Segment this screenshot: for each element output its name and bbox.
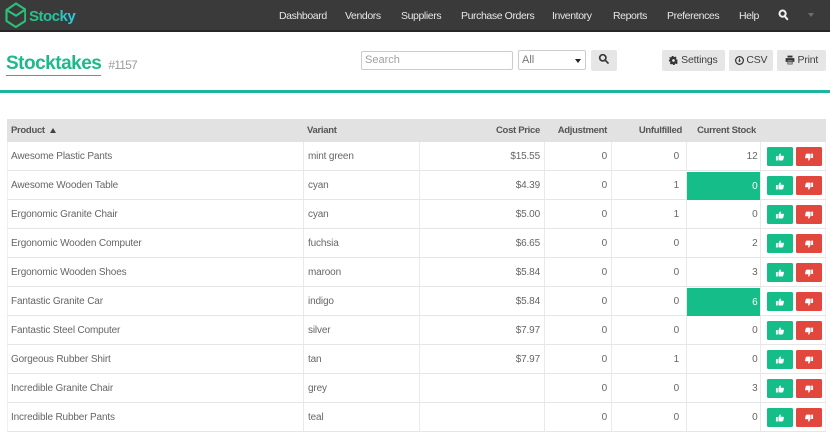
svg-text:Stocky: Stocky: [29, 8, 76, 25]
